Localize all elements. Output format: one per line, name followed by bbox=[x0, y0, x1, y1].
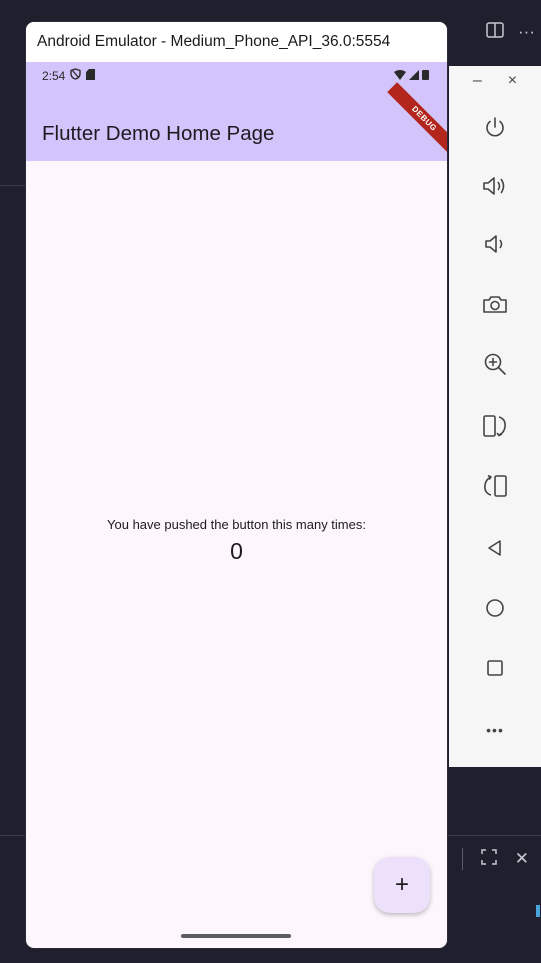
counter-section: You have pushed the button this many tim… bbox=[26, 517, 447, 565]
split-editor-icon[interactable] bbox=[486, 22, 504, 43]
minimize-button[interactable]: – bbox=[473, 72, 482, 90]
close-button[interactable]: × bbox=[508, 72, 517, 90]
power-icon bbox=[483, 116, 507, 145]
status-bar-right bbox=[394, 67, 429, 85]
close-panel-icon[interactable]: ✕ bbox=[515, 849, 529, 869]
volume-down-button[interactable] bbox=[475, 228, 515, 264]
sd-card-icon bbox=[86, 68, 96, 83]
more-button[interactable]: ••• bbox=[475, 712, 515, 748]
counter-value: 0 bbox=[230, 538, 243, 564]
home-circle-icon bbox=[484, 597, 506, 624]
status-bar-left: 2:54 bbox=[42, 68, 96, 83]
rotate-right-icon bbox=[481, 413, 509, 444]
ide-panel-toolbar: ✕ bbox=[461, 848, 529, 870]
window-title: Android Emulator - Medium_Phone_API_36.0… bbox=[37, 33, 391, 50]
app-bar: 2:54 Flutter Demo Home Page DEBUG bbox=[26, 62, 447, 161]
push-message: You have pushed the button this many tim… bbox=[107, 517, 366, 532]
home-indicator[interactable] bbox=[181, 934, 291, 938]
back-triangle-icon bbox=[485, 538, 505, 563]
emulator-side-toolbar: – × ••• bbox=[449, 66, 541, 767]
back-button[interactable] bbox=[475, 532, 515, 568]
volume-down-icon bbox=[483, 232, 507, 261]
emulator-window: Android Emulator - Medium_Phone_API_36.0… bbox=[26, 22, 447, 948]
ide-divider bbox=[0, 185, 26, 186]
debug-banner: DEBUG bbox=[387, 82, 447, 156]
battery-icon bbox=[422, 67, 429, 85]
overview-square-icon bbox=[485, 658, 505, 683]
rotate-left-button[interactable] bbox=[475, 470, 515, 506]
rotate-right-button[interactable] bbox=[475, 410, 515, 446]
power-button[interactable] bbox=[475, 112, 515, 148]
screenshot-button[interactable] bbox=[475, 288, 515, 324]
camera-icon bbox=[481, 292, 509, 321]
toolbar-window-controls: – × bbox=[449, 72, 541, 90]
overview-button[interactable] bbox=[475, 652, 515, 688]
home-button[interactable] bbox=[475, 592, 515, 628]
shield-icon bbox=[70, 68, 82, 83]
emulator-titlebar[interactable]: Android Emulator - Medium_Phone_API_36.0… bbox=[26, 22, 447, 62]
more-icon: ••• bbox=[486, 722, 504, 738]
add-icon: + bbox=[394, 871, 409, 898]
app-title: Flutter Demo Home Page bbox=[42, 122, 275, 145]
volume-up-button[interactable] bbox=[475, 170, 515, 206]
toolbar-separator bbox=[461, 848, 463, 870]
scroll-indicator bbox=[536, 905, 540, 917]
signal-icon bbox=[409, 67, 419, 85]
ide-top-toolbar: ··· bbox=[486, 22, 535, 43]
rotate-left-icon bbox=[481, 473, 509, 504]
zoom-in-icon bbox=[482, 351, 508, 382]
status-time: 2:54 bbox=[42, 68, 66, 83]
increment-button[interactable]: + bbox=[374, 857, 430, 913]
maximize-panel-icon[interactable] bbox=[481, 848, 497, 870]
volume-up-icon bbox=[481, 174, 509, 203]
ide-overflow-icon[interactable]: ··· bbox=[518, 22, 535, 43]
zoom-button[interactable] bbox=[475, 348, 515, 384]
